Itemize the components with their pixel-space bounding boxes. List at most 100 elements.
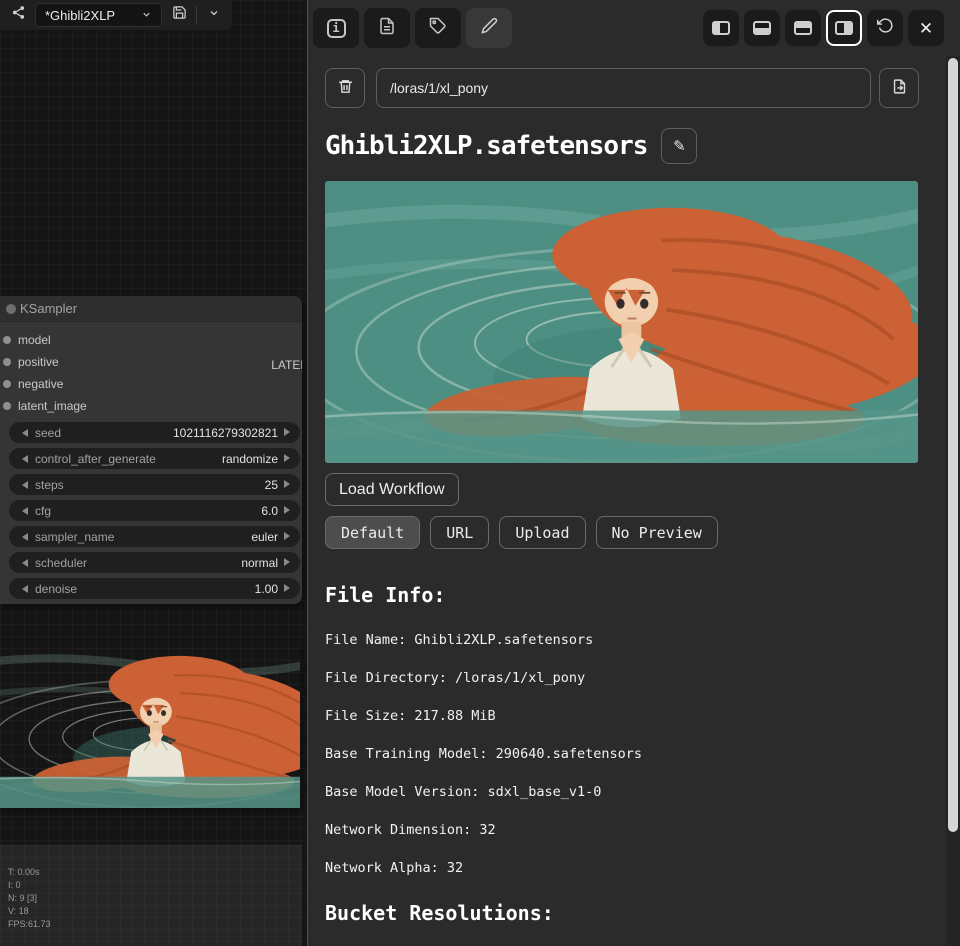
increment-arrow-icon[interactable] [284,480,294,488]
refresh-icon [877,17,894,39]
preview-url-button[interactable]: URL [430,516,489,549]
increment-arrow-icon[interactable] [284,506,294,514]
stat-vram: V: 18 [8,905,51,918]
node-input-positive: positive [0,351,302,373]
model-title-row: Ghibli2XLP.safetensors ✎ [325,128,960,164]
widget-steps[interactable]: steps 25 [9,474,300,495]
decrement-arrow-icon[interactable] [18,481,28,489]
ksampler-node[interactable]: KSampler LATEN model positive negative l… [0,296,302,604]
dock-top-icon [794,21,812,35]
dock-left-button[interactable] [703,10,739,46]
close-panel-button[interactable]: ✕ [908,10,944,46]
generated-preview-image [0,640,300,808]
node-body: LATEN model positive negative latent_ima… [0,322,302,604]
model-path-input[interactable] [376,68,871,108]
delete-model-button[interactable] [325,68,365,108]
dock-right-icon [835,21,853,35]
increment-arrow-icon[interactable] [284,584,294,592]
pencil-icon [481,17,498,39]
tab-notes[interactable] [364,8,410,48]
stat-nodes: N: 9 [3] [8,892,51,905]
preview-upload-button[interactable]: Upload [499,516,585,549]
decrement-arrow-icon[interactable] [18,533,28,541]
dock-bottom-icon [753,21,771,35]
panel-scrollbar[interactable] [946,56,960,946]
tab-edit[interactable] [466,8,512,48]
tab-tags[interactable] [415,8,461,48]
panel-window-controls: ✕ [703,10,944,46]
save-workflow-button[interactable] [166,3,192,27]
preview-source-actions: Default URL Upload No Preview [325,516,960,549]
stat-fps: FPS:61.73 [8,918,51,931]
file-export-icon [891,78,908,98]
stat-time: T: 0.00s [8,866,51,879]
load-workflow-button[interactable]: Load Workflow [325,473,459,506]
node-input-negative: negative [0,373,302,395]
refresh-button[interactable] [867,10,903,46]
increment-arrow-icon[interactable] [284,454,294,462]
decrement-arrow-icon[interactable] [18,559,28,567]
stat-iterations: I: 0 [8,879,51,892]
preview-default-button[interactable]: Default [325,516,420,549]
widget-sampler-name[interactable]: sampler_name euler [9,526,300,547]
decrement-arrow-icon[interactable] [18,507,28,515]
path-row [325,68,960,108]
widget-denoise[interactable]: denoise 1.00 [9,578,300,599]
dock-top-button[interactable] [785,10,821,46]
network-dimension-row: Network Dimension: 32 [325,822,960,838]
panel-toolbar: i [308,0,960,56]
widget-seed[interactable]: seed 1021116279302821 [9,422,300,443]
model-title: Ghibli2XLP.safetensors [325,131,647,161]
input-port[interactable] [3,358,11,366]
file-info-heading: File Info: [325,583,960,607]
share-icon [11,5,26,25]
model-preview-image [325,181,918,463]
widget-cfg[interactable]: cfg 6.0 [9,500,300,521]
toolbar-divider [196,6,197,24]
workflow-select[interactable]: *Ghibli2XLP [35,3,162,27]
canvas-perf-stats: T: 0.00s I: 0 N: 9 [3] V: 18 FPS:61.73 [8,866,51,931]
file-size-row: File Size: 217.88 MiB [325,708,960,724]
graph-canvas[interactable]: *Ghibli2XLP KSampler LATEN model [0,0,307,946]
save-icon [172,5,187,25]
decrement-arrow-icon[interactable] [18,429,28,437]
decrement-arrow-icon[interactable] [18,455,28,463]
model-preview-art [325,181,918,463]
rename-model-button[interactable]: ✎ [661,128,697,164]
dock-left-icon [712,21,730,35]
preview-none-button[interactable]: No Preview [596,516,718,549]
preview-image-node[interactable] [0,640,300,808]
dock-bottom-button[interactable] [744,10,780,46]
workflow-name: *Ghibli2XLP [45,8,115,23]
input-port[interactable] [3,402,11,410]
model-info-panel: i [307,0,960,946]
base-model-version-row: Base Model Version: sdxl_base_v1-0 [325,784,960,800]
widget-scheduler[interactable]: scheduler normal [9,552,300,573]
save-options-button[interactable] [201,3,227,27]
tab-info[interactable]: i [313,8,359,48]
increment-arrow-icon[interactable] [284,428,294,436]
increment-arrow-icon[interactable] [284,558,294,566]
file-name-row: File Name: Ghibli2XLP.safetensors [325,632,960,648]
bucket-resolutions-heading: Bucket Resolutions: [325,901,960,925]
export-model-button[interactable] [879,68,919,108]
increment-arrow-icon[interactable] [284,532,294,540]
base-training-model-row: Base Training Model: 290640.safetensors [325,746,960,762]
close-icon: ✕ [919,20,933,37]
chevron-down-icon [141,8,152,23]
input-port[interactable] [3,336,11,344]
scrollbar-thumb[interactable] [948,58,958,832]
node-title: KSampler [20,301,77,316]
decrement-arrow-icon[interactable] [18,585,28,593]
workflow-bar: *Ghibli2XLP [0,0,232,30]
tag-icon [429,17,447,40]
input-port[interactable] [3,380,11,388]
network-alpha-row: Network Alpha: 32 [325,860,960,876]
widget-control-after-generate[interactable]: control_after_generate randomize [9,448,300,469]
document-icon [378,17,396,40]
node-input-model: model [0,329,302,351]
node-collapse-toggle[interactable] [6,304,16,314]
workflows-menu-button[interactable] [5,3,31,27]
trash-icon [337,78,354,98]
dock-right-button[interactable] [826,10,862,46]
